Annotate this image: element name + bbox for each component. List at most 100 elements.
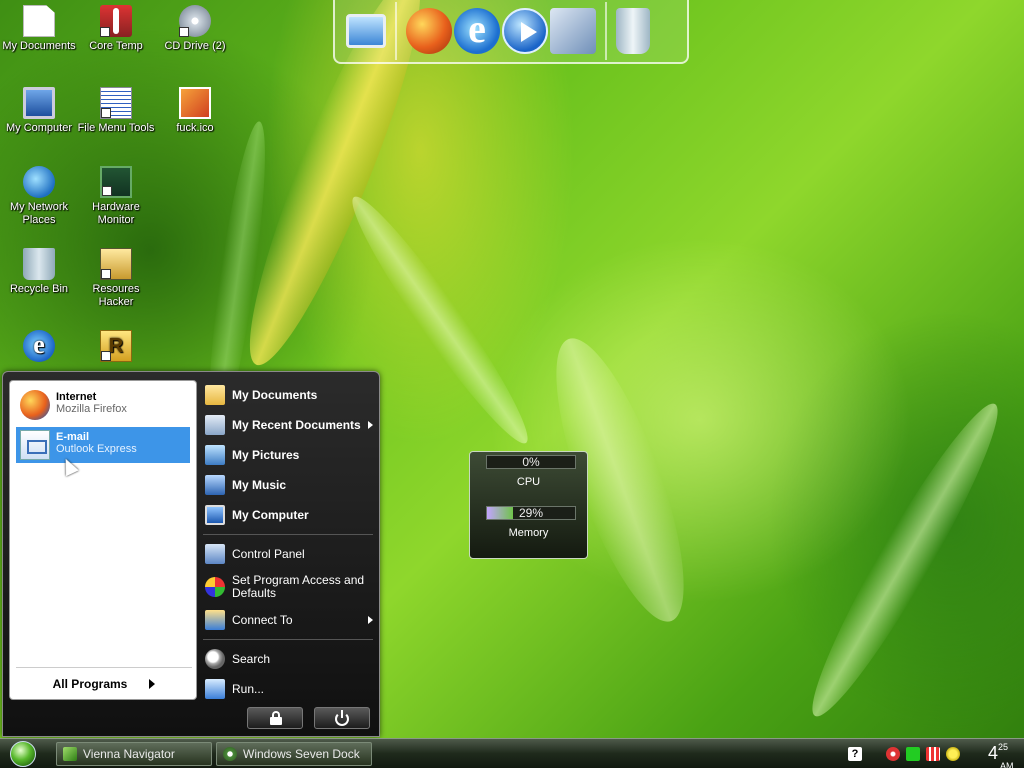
pinned-item-title: E-mail <box>56 431 90 443</box>
desktop-icon-hardware-monitor[interactable]: Hardware Monitor <box>77 166 155 227</box>
computer-icon <box>205 505 225 525</box>
menu-item-label: Run... <box>232 682 265 696</box>
folder-icon <box>205 385 225 405</box>
menu-item-label: My Music <box>232 478 287 492</box>
menu-item-my-computer[interactable]: My Computer <box>201 500 375 530</box>
menu-item-control-panel[interactable]: Control Panel <box>201 539 375 569</box>
firefox-icon <box>20 390 50 420</box>
taskbar-button-label: Windows Seven Dock <box>243 747 360 761</box>
menu-item-my-recent-documents[interactable]: My Recent Documents <box>201 410 375 440</box>
pinned-item-email[interactable]: E-mail Outlook Express <box>16 427 190 463</box>
clock-ampm: AM <box>999 761 1014 768</box>
pinned-item-internet[interactable]: Internet Mozilla Firefox <box>16 387 190 423</box>
recent-documents-icon <box>205 415 225 435</box>
desktop-icon-my-documents[interactable]: My Documents <box>0 5 78 53</box>
dock-separator <box>395 2 397 60</box>
lock-button[interactable] <box>247 707 303 729</box>
desktop-icon-file-menu-tools[interactable]: File Menu Tools <box>77 87 155 135</box>
system-tray: ? <box>842 746 960 762</box>
menu-item-search[interactable]: Search <box>201 644 375 674</box>
music-icon <box>205 475 225 495</box>
memory-value: 29% <box>518 506 544 520</box>
desktop-icon-cd-drive[interactable]: CD Drive (2) <box>156 5 234 53</box>
all-programs-label: All Programs <box>52 677 128 691</box>
desktop-icon-label: fuck.ico <box>176 122 214 134</box>
resource-hacker-icon <box>100 248 132 280</box>
thermometer-icon <box>100 5 132 37</box>
desktop-icon-label: Hardware Monitor <box>92 201 140 226</box>
all-programs-button[interactable]: All Programs <box>16 667 192 691</box>
pinned-item-title: Internet <box>56 391 97 403</box>
media-player-icon[interactable] <box>502 8 548 54</box>
memory-meter: 29% <box>486 506 576 520</box>
menu-item-label: Control Panel <box>232 547 305 561</box>
power-icon <box>335 710 349 726</box>
desktop-icon-core-temp[interactable]: Core Temp <box>77 5 155 53</box>
internet-explorer-icon <box>23 330 55 362</box>
taskbar-button-seven-dock[interactable]: Windows Seven Dock <box>216 742 372 766</box>
desktop-icon-internet-explorer[interactable] <box>0 330 78 365</box>
desktop-icon-label: File Menu Tools <box>77 122 155 134</box>
clock-minute: 25 <box>997 742 1008 752</box>
firefox-icon[interactable] <box>406 8 452 54</box>
desktop-icon-my-computer[interactable]: My Computer <box>0 87 78 135</box>
desktop-icon-my-network-places[interactable]: My Network Places <box>0 166 78 227</box>
internet-explorer-icon[interactable] <box>454 8 500 54</box>
recycle-bin-icon[interactable] <box>616 8 650 54</box>
menu-item-label: Search <box>232 652 271 666</box>
start-menu: Internet Mozilla Firefox E-mail Outlook … <box>2 371 380 737</box>
desktop-icon-label: My Computer <box>5 122 73 134</box>
cpu-memory-gadget[interactable]: 0% CPU 29% Memory <box>469 451 588 559</box>
pinned-item-subtitle: Mozilla Firefox <box>56 403 127 415</box>
menu-item-connect-to[interactable]: Connect To <box>201 605 375 635</box>
dock-bar <box>333 0 689 64</box>
desktop-icon-recycle-bin[interactable]: Recycle Bin <box>0 248 78 296</box>
lock-icon <box>270 711 282 725</box>
tools-icon[interactable] <box>550 8 596 54</box>
computer-icon[interactable] <box>346 14 386 48</box>
recycle-bin-icon <box>23 248 55 280</box>
menu-item-label: My Computer <box>232 508 309 522</box>
desktop-icon-label: Core Temp <box>89 40 143 52</box>
start-button[interactable] <box>10 741 36 767</box>
menu-item-label: My Recent Documents <box>232 418 361 432</box>
chevron-right-icon <box>368 616 373 624</box>
r-app-icon <box>100 330 132 362</box>
power-button[interactable] <box>314 707 370 729</box>
start-menu-pinned-panel: Internet Mozilla Firefox E-mail Outlook … <box>9 380 197 700</box>
menu-item-set-program-access[interactable]: Set Program Access and Defaults <box>201 569 375 605</box>
document-icon <box>23 5 55 37</box>
desktop-icon-fuck-ico[interactable]: fuck.ico <box>156 87 234 135</box>
run-icon <box>205 679 225 699</box>
menu-item-run[interactable]: Run... <box>201 674 375 704</box>
menu-separator <box>203 639 373 640</box>
cd-drive-icon <box>179 5 211 37</box>
menu-item-my-music[interactable]: My Music <box>201 470 375 500</box>
messenger-icon[interactable] <box>946 747 960 761</box>
security-alert-icon[interactable] <box>886 747 900 761</box>
pictures-icon <box>205 445 225 465</box>
menu-item-my-documents[interactable]: My Documents <box>201 380 375 410</box>
desktop-icon-r-app[interactable] <box>77 330 155 365</box>
image-file-icon <box>179 87 211 119</box>
search-icon <box>205 649 225 669</box>
check-icon[interactable] <box>906 747 920 761</box>
menu-separator <box>203 534 373 535</box>
memory-label: Memory <box>508 527 549 539</box>
taskbar-button-vienna[interactable]: Vienna Navigator <box>56 742 212 766</box>
hardware-monitor-icon <box>100 166 132 198</box>
menu-item-label: Connect To <box>232 613 293 627</box>
menu-item-my-pictures[interactable]: My Pictures <box>201 440 375 470</box>
connect-icon <box>205 610 225 630</box>
taskbar-button-label: Vienna Navigator <box>83 747 175 761</box>
network-status-icon[interactable] <box>926 747 940 761</box>
desktop-icon-resoures-hacker[interactable]: Resoures Hacker <box>77 248 155 309</box>
cpu-meter: 0% <box>486 455 576 469</box>
cpu-label: CPU <box>516 476 541 488</box>
taskbar: Vienna Navigator Windows Seven Dock ? 42… <box>0 738 1024 768</box>
help-icon[interactable]: ? <box>848 747 862 761</box>
program-access-icon <box>205 577 225 597</box>
start-menu-places-panel: My Documents My Recent Documents My Pict… <box>201 380 375 704</box>
menu-item-label: My Documents <box>232 388 318 402</box>
clock[interactable]: 425 AM <box>988 742 1014 768</box>
